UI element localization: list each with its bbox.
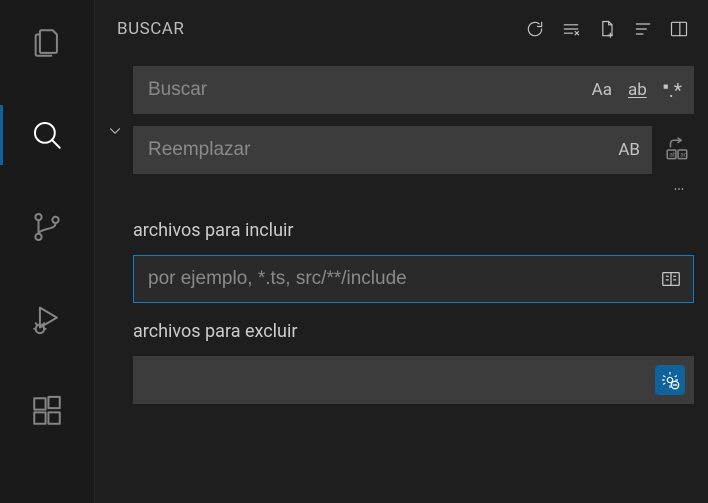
refresh-icon [525, 19, 545, 39]
replace-input[interactable] [148, 139, 615, 161]
match-case-toggle[interactable]: Aa [589, 79, 615, 101]
clear-results-button[interactable] [560, 18, 582, 40]
split-icon [669, 19, 689, 39]
include-input-wrap [133, 255, 694, 303]
search-row: Aa ab ▪.* [133, 66, 694, 114]
clear-icon [561, 19, 581, 39]
svg-text:ac: ac [680, 151, 688, 159]
files-icon [30, 26, 64, 60]
activity-explorer[interactable] [0, 18, 95, 68]
header-actions [524, 18, 690, 40]
activity-source-control[interactable] [0, 202, 95, 252]
regex-toggle[interactable]: ▪.* [660, 78, 685, 103]
exclude-label: archivos para excluir [133, 321, 694, 342]
play-bug-icon [30, 302, 64, 336]
ellipsis-icon [668, 186, 690, 198]
gear-minus-icon [660, 370, 680, 390]
activity-run-debug[interactable] [0, 294, 95, 344]
include-label: archivos para incluir [133, 220, 694, 241]
preserve-case-toggle[interactable]: AB [615, 139, 643, 161]
branch-icon [30, 210, 64, 244]
view-mode-button[interactable] [668, 18, 690, 40]
use-exclude-settings-toggle[interactable] [655, 365, 685, 395]
panel-title: BUSCAR [117, 19, 524, 39]
include-input[interactable] [148, 268, 657, 290]
replace-input-wrap: AB [133, 126, 652, 174]
search-body: Aa ab ▪.* AB abac [95, 58, 708, 404]
replace-row: AB abac [133, 126, 694, 174]
exclude-input-wrap [133, 356, 694, 404]
match-word-toggle[interactable]: ab [625, 79, 650, 101]
use-open-editors-toggle[interactable] [657, 265, 685, 293]
refresh-button[interactable] [524, 18, 546, 40]
new-file-button[interactable] [596, 18, 618, 40]
new-file-icon [597, 19, 617, 39]
search-input-wrap: Aa ab ▪.* [133, 66, 694, 114]
replace-all-icon: abac [664, 137, 690, 163]
replace-all-button[interactable]: abac [660, 126, 694, 174]
activity-search[interactable] [0, 110, 95, 160]
fields-column: Aa ab ▪.* AB abac [133, 66, 694, 404]
collapse-button[interactable] [632, 18, 654, 40]
search-panel: BUSCAR [95, 0, 708, 503]
list-icon [633, 19, 653, 39]
activity-bar [0, 0, 95, 503]
book-icon [660, 268, 682, 290]
exclude-input[interactable] [148, 369, 655, 391]
toggle-replace[interactable] [101, 66, 129, 404]
activity-extensions[interactable] [0, 386, 95, 436]
extensions-icon [30, 394, 64, 428]
panel-header: BUSCAR [95, 0, 708, 58]
replace-options: AB [615, 139, 643, 161]
search-input[interactable] [148, 79, 589, 101]
exclude-row [133, 356, 694, 404]
chevron-down-icon [106, 122, 124, 140]
search-options: Aa ab ▪.* [589, 78, 685, 103]
more-options[interactable] [133, 186, 694, 202]
search-icon [30, 118, 64, 152]
svg-text:ab: ab [669, 151, 677, 159]
include-row [133, 255, 694, 303]
